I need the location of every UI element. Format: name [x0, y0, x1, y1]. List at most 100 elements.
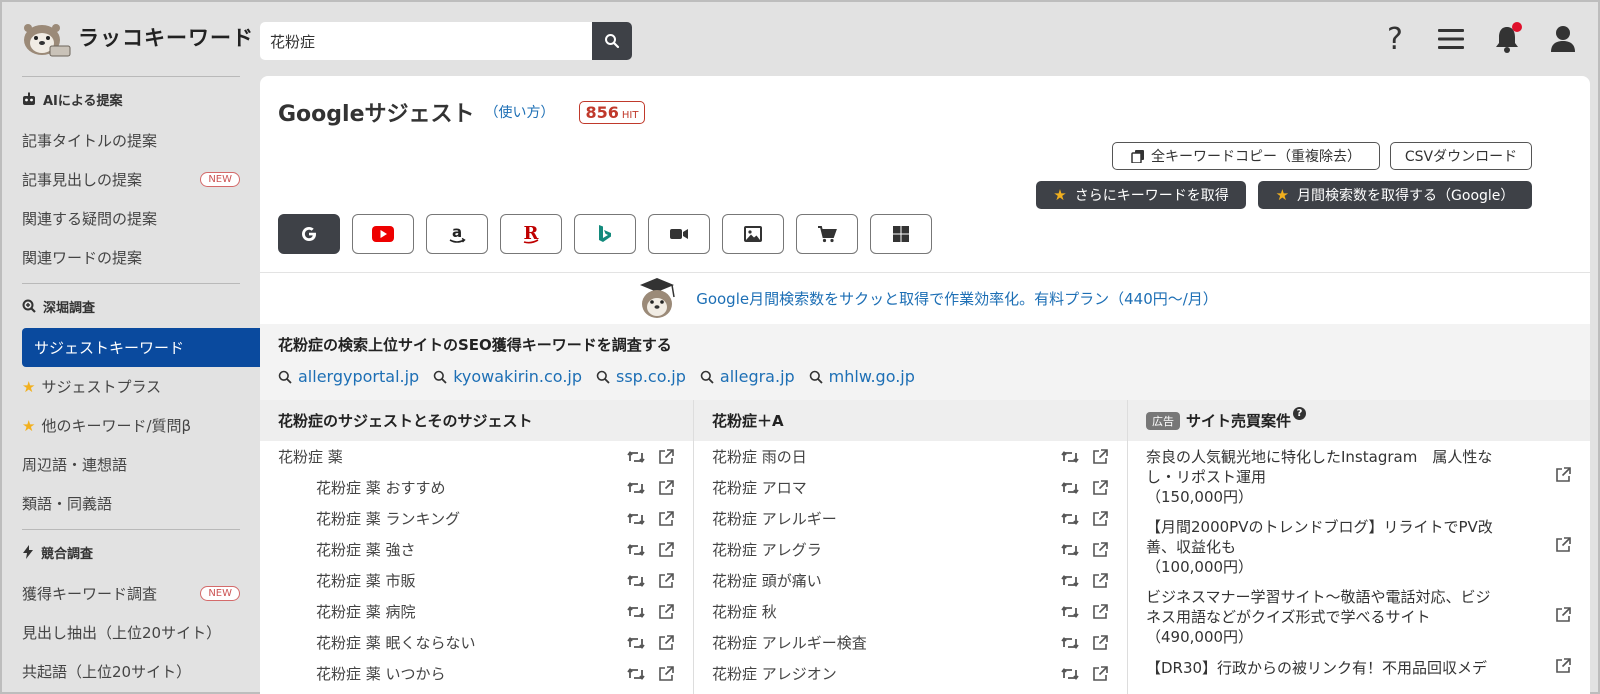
sidebar-item-heading-extract[interactable]: 見出し抽出（上位20サイト）: [2, 613, 260, 652]
keyword-text[interactable]: 花粉症 アレグラ: [712, 539, 822, 560]
sidebar-item-related-questions[interactable]: 関連する疑問の提案: [2, 199, 260, 238]
open-search-button[interactable]: [1091, 665, 1109, 683]
more-keywords-button[interactable]: ★ さらにキーワードを取得: [1036, 181, 1246, 209]
keyword-text[interactable]: 花粉症 薬 いつから: [278, 663, 446, 684]
open-search-button[interactable]: [1091, 603, 1109, 621]
expand-suggest-button[interactable]: [1061, 541, 1079, 559]
open-search-button[interactable]: [1091, 541, 1109, 559]
seo-link[interactable]: ssp.co.jp: [596, 367, 686, 386]
site-sale-item[interactable]: 奈良の人気観光地に特化したInstagram 属人性な し・リポスト運用 （150,…: [1128, 441, 1590, 511]
tab-shopping[interactable]: [796, 214, 858, 254]
open-link-button[interactable]: [1555, 466, 1572, 488]
open-link-button[interactable]: [1555, 657, 1572, 679]
monthly-volume-button[interactable]: ★ 月間検索数を取得する（Google）: [1258, 181, 1532, 209]
sidebar-item-suggest-plus[interactable]: ★ サジェストプラス: [2, 367, 260, 406]
sidebar-item-article-title[interactable]: 記事タイトルの提案: [2, 121, 260, 160]
help-button[interactable]: ?: [1378, 20, 1412, 58]
promo-banner[interactable]: Google月間検索数をサクッと取得で作業効率化。有料プラン（440円〜/月）: [260, 272, 1590, 324]
seo-link[interactable]: mhlw.go.jp: [809, 367, 915, 386]
keyword-row[interactable]: 花粉症 アレルギー: [694, 503, 1127, 534]
keyword-row[interactable]: 花粉症 アレジオン: [694, 658, 1127, 689]
open-link-button[interactable]: [1555, 536, 1572, 558]
notification-button[interactable]: [1490, 20, 1524, 58]
tab-amazon[interactable]: a: [426, 214, 488, 254]
keyword-row[interactable]: 花粉症 薬 市販: [260, 565, 693, 596]
open-search-button[interactable]: [1091, 634, 1109, 652]
sidebar-item-suggest-keyword[interactable]: サジェストキーワード: [22, 328, 260, 367]
expand-suggest-button[interactable]: [627, 634, 645, 652]
open-search-button[interactable]: [657, 479, 675, 497]
expand-suggest-button[interactable]: [627, 448, 645, 466]
expand-suggest-button[interactable]: [627, 665, 645, 683]
sidebar-item-article-heading[interactable]: 記事見出しの提案 NEW: [2, 160, 260, 199]
tab-google[interactable]: [278, 214, 340, 254]
keyword-row[interactable]: 花粉症 アレルギー検査: [694, 627, 1127, 658]
open-link-button[interactable]: [1555, 606, 1572, 628]
keyword-text[interactable]: 花粉症 薬: [278, 446, 343, 467]
howto-link[interactable]: （使い方）: [485, 102, 555, 122]
keyword-row[interactable]: 花粉症 雨の日: [694, 441, 1127, 472]
keyword-text[interactable]: 花粉症 アレルギー検査: [712, 632, 867, 653]
site-sale-item[interactable]: 【月間2000PVのトレンドブログ】リライトでPV改 善、収益化も （100,000…: [1128, 511, 1590, 581]
open-search-button[interactable]: [657, 541, 675, 559]
expand-suggest-button[interactable]: [1061, 572, 1079, 590]
keyword-text[interactable]: 花粉症 アレジオン: [712, 663, 837, 684]
keyword-text[interactable]: 花粉症 頭が痛い: [712, 570, 822, 591]
open-search-button[interactable]: [1091, 479, 1109, 497]
site-sale-item[interactable]: 【DR30】行政からの被リンク有！不用品回収メデ: [1128, 651, 1590, 683]
keyword-text[interactable]: 花粉症 薬 ランキング: [278, 508, 460, 529]
logo[interactable]: ラッコキーワード: [20, 16, 254, 58]
keyword-row[interactable]: 花粉症 薬: [260, 441, 693, 472]
keyword-text[interactable]: 花粉症 秋: [712, 601, 777, 622]
keyword-text[interactable]: 花粉症 薬 市販: [278, 570, 416, 591]
open-search-button[interactable]: [1091, 510, 1109, 528]
tab-bing[interactable]: [574, 214, 636, 254]
expand-suggest-button[interactable]: [627, 510, 645, 528]
search-button[interactable]: [592, 22, 632, 60]
help-icon[interactable]: ?: [1293, 407, 1307, 420]
open-search-button[interactable]: [657, 634, 675, 652]
keyword-row[interactable]: 花粉症 秋: [694, 596, 1127, 627]
keyword-row[interactable]: 花粉症 薬 いつから: [260, 658, 693, 689]
open-search-button[interactable]: [657, 665, 675, 683]
keyword-row[interactable]: 花粉症 薬 ランキング: [260, 503, 693, 534]
seo-link[interactable]: kyowakirin.co.jp: [433, 367, 582, 386]
site-sale-item[interactable]: ビジネスマナー学習サイト〜敬語や電話対応、ビジ ネス用語などがクイズ形式で学べるサ…: [1128, 581, 1590, 651]
keyword-row[interactable]: 花粉症 頭が痛い: [694, 565, 1127, 596]
keyword-row[interactable]: 花粉症 薬 おすすめ: [260, 472, 693, 503]
expand-suggest-button[interactable]: [1061, 448, 1079, 466]
keyword-text[interactable]: 花粉症 薬 強さ: [278, 539, 416, 560]
menu-button[interactable]: [1434, 20, 1468, 58]
open-search-button[interactable]: [657, 572, 675, 590]
open-search-button[interactable]: [657, 448, 675, 466]
keyword-row[interactable]: 花粉症 薬 病院: [260, 596, 693, 627]
keyword-row[interactable]: 花粉症 薬 眠くならない: [260, 627, 693, 658]
keyword-text[interactable]: 花粉症 薬 病院: [278, 601, 416, 622]
expand-suggest-button[interactable]: [1061, 603, 1079, 621]
open-search-button[interactable]: [657, 510, 675, 528]
keyword-text[interactable]: 花粉症 アロマ: [712, 477, 807, 498]
expand-suggest-button[interactable]: [627, 603, 645, 621]
tab-windows[interactable]: [870, 214, 932, 254]
search-input[interactable]: [260, 22, 592, 60]
seo-link[interactable]: allegra.jp: [700, 367, 795, 386]
open-search-button[interactable]: [1091, 572, 1109, 590]
sidebar-item-other-keywords[interactable]: ★ 他のキーワード/質問β: [2, 406, 260, 445]
expand-suggest-button[interactable]: [627, 572, 645, 590]
keyword-text[interactable]: 花粉症 薬 おすすめ: [278, 477, 446, 498]
keyword-text[interactable]: 花粉症 アレルギー: [712, 508, 837, 529]
sidebar-item-synonyms[interactable]: 類語・同義語: [2, 484, 260, 523]
sidebar-item-cooccurrence[interactable]: 共起語（上位20サイト）: [2, 652, 260, 691]
copy-all-keywords-button[interactable]: 全キーワードコピー（重複除去）: [1112, 142, 1380, 170]
sidebar-item-acquired-keywords[interactable]: 獲得キーワード調査 NEW: [2, 574, 260, 613]
csv-download-button[interactable]: CSVダウンロード: [1390, 142, 1532, 170]
seo-link[interactable]: allergyportal.jp: [278, 367, 419, 386]
expand-suggest-button[interactable]: [1061, 634, 1079, 652]
sidebar-item-related-words[interactable]: 関連ワードの提案: [2, 238, 260, 277]
keyword-row[interactable]: 花粉症 薬 強さ: [260, 534, 693, 565]
sidebar-item-associations[interactable]: 周辺語・連想語: [2, 445, 260, 484]
keyword-row[interactable]: 花粉症 アロマ: [694, 472, 1127, 503]
expand-suggest-button[interactable]: [627, 479, 645, 497]
keyword-text[interactable]: 花粉症 薬 眠くならない: [278, 632, 476, 653]
account-button[interactable]: [1546, 20, 1580, 58]
